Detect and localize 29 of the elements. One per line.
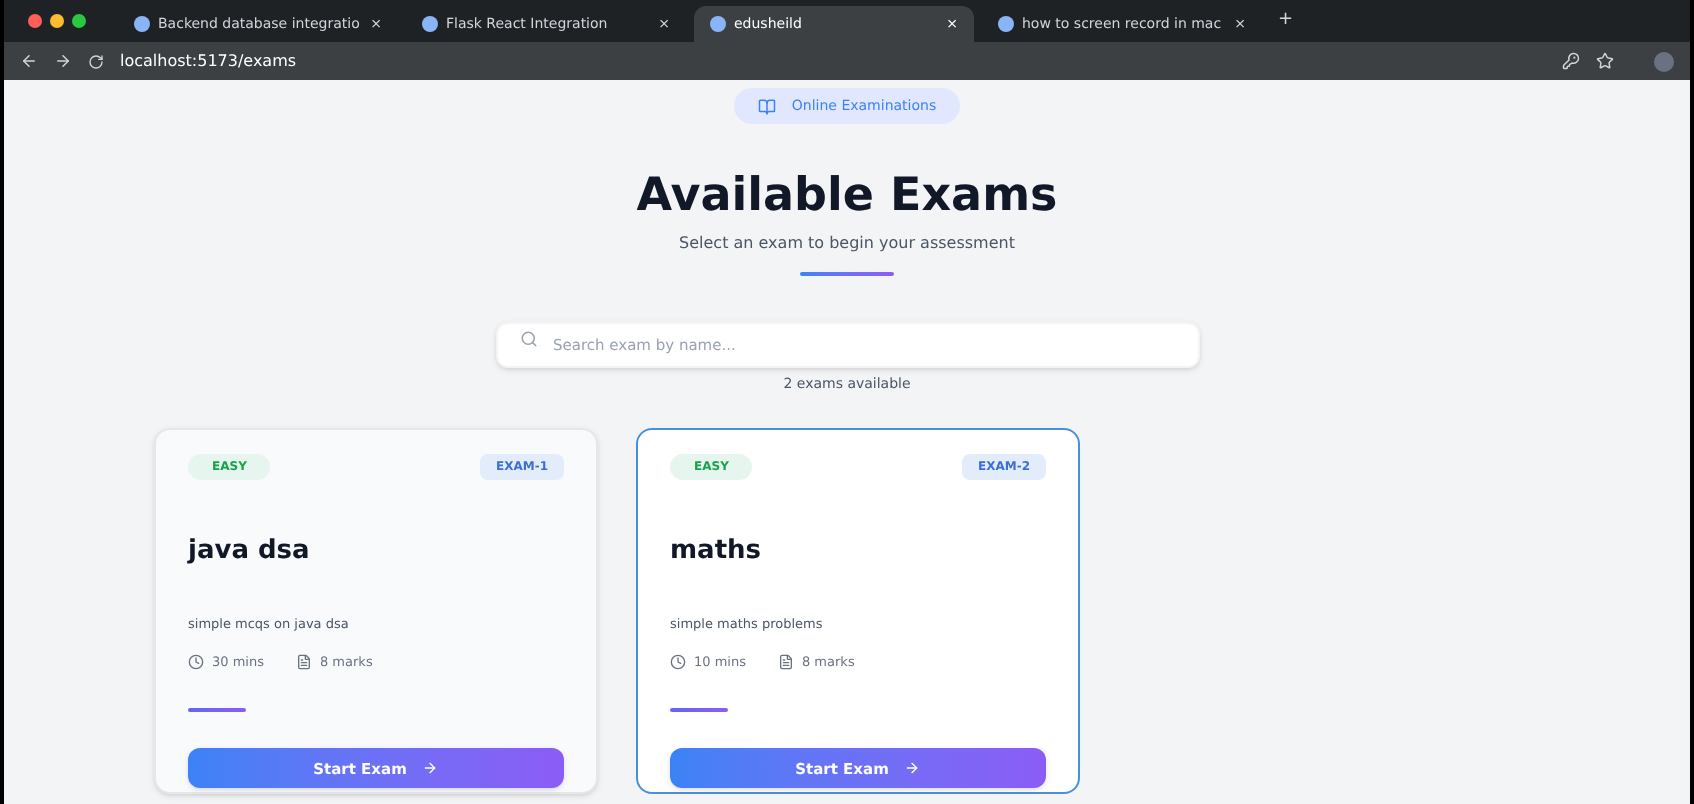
bookmark-icon[interactable] (1596, 52, 1614, 70)
forward-icon[interactable] (54, 52, 72, 70)
page-title: Available Exams (636, 168, 1058, 226)
title-underline (800, 271, 894, 276)
tab-favicon-icon (998, 16, 1014, 32)
tab-favicon-icon (134, 16, 150, 32)
key-icon[interactable] (1562, 52, 1580, 70)
accent-line (188, 708, 246, 713)
close-window-icon[interactable] (28, 14, 42, 28)
back-icon[interactable] (20, 52, 38, 70)
document-icon (295, 654, 312, 671)
url-field[interactable]: localhost:5173/exams (120, 49, 1546, 73)
search-icon (519, 329, 537, 348)
page-subtitle: Select an exam to begin your assessment (679, 231, 1015, 256)
accent-line (670, 708, 728, 713)
tab-favicon-icon (422, 16, 438, 32)
exam-title: maths (670, 534, 764, 571)
new-tab-button[interactable]: + (1278, 7, 1294, 35)
exam-title: java dsa (188, 534, 312, 571)
maximize-window-icon[interactable] (72, 14, 86, 28)
clock-icon (188, 654, 204, 671)
clock-icon (670, 654, 686, 671)
reload-icon[interactable] (88, 53, 104, 69)
minimize-window-icon[interactable] (50, 14, 64, 28)
arrow-right-icon (422, 760, 439, 777)
tab-favicon-icon (710, 16, 726, 32)
book-icon (757, 97, 776, 115)
arrow-right-icon (904, 760, 921, 777)
document-icon (777, 654, 794, 671)
